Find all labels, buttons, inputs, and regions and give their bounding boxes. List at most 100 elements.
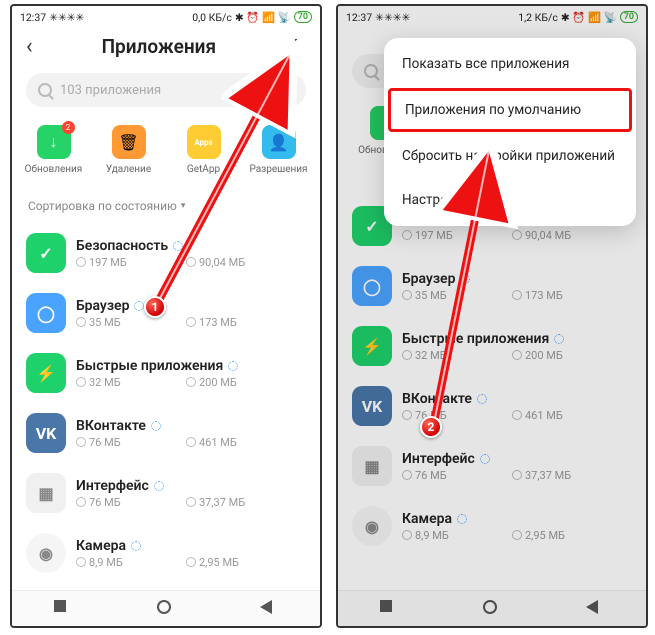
quick-label: Удаление	[106, 164, 151, 175]
app-data: 461 МБ	[525, 409, 563, 422]
recents-button[interactable]	[380, 600, 398, 618]
app-item[interactable]: ✓ Безопасность 197 МБ90,04 МБ	[18, 223, 314, 283]
app-header: ‹ Приложения ⋮	[12, 26, 320, 73]
home-button[interactable]	[483, 600, 501, 618]
storage-icon	[76, 557, 86, 567]
storage-icon	[76, 497, 86, 507]
app-item[interactable]: ▦ Интерфейс 76 МБ 37,37 МБ	[18, 463, 314, 523]
data-icon	[186, 317, 196, 327]
app-item[interactable]: ▦Интерфейс76 МБ37,37 МБ	[344, 436, 640, 496]
app-data: 461 МБ	[199, 436, 237, 449]
getapps-icon: Apps	[187, 125, 221, 159]
app-name: Интерфейс	[402, 451, 475, 467]
app-storage: 35 МБ	[89, 316, 121, 329]
app-data: 37,37 МБ	[199, 496, 245, 509]
app-name: Безопасность	[76, 238, 168, 254]
more-menu-button[interactable]: ⋮	[281, 36, 310, 57]
chevron-down-icon: ▾	[181, 201, 186, 211]
quick-label: Обновления	[25, 164, 83, 175]
overflow-menu: Показать все приложения Приложения по ум…	[384, 38, 636, 226]
app-item[interactable]: ⚡ Быстрые приложения 32 МБ 200 МБ	[18, 343, 314, 403]
loading-icon	[151, 421, 161, 431]
app-item[interactable]: ◉ Камера 8,9 МБ2,95 МБ	[18, 523, 314, 583]
app-item[interactable]: ◯Браузер35 МБ173 МБ	[344, 256, 640, 316]
app-name: Камера	[402, 511, 452, 527]
app-icon-fastapps: ⚡	[352, 326, 392, 366]
app-name: Камера	[76, 538, 126, 554]
loading-icon	[457, 514, 467, 524]
loading-icon	[554, 334, 564, 344]
app-storage: 197 МБ	[89, 256, 127, 269]
permissions-icon: 👤	[262, 125, 296, 159]
loading-icon	[154, 481, 164, 491]
app-storage: 32 МБ	[415, 349, 447, 362]
app-data: 173 МБ	[199, 316, 237, 329]
app-item[interactable]: ◯ Браузер 35 МБ173 МБ	[18, 283, 314, 343]
app-name: Браузер	[76, 298, 129, 314]
nav-bar	[338, 590, 646, 626]
page-title: Приложения	[37, 35, 281, 58]
app-name: ВКонтакте	[402, 391, 472, 407]
status-net: 1,2 КБ/с	[518, 11, 558, 24]
recents-button[interactable]	[54, 600, 72, 618]
app-icon-interface: ▦	[26, 473, 66, 513]
status-time: 12:37	[20, 11, 46, 24]
app-item[interactable]: ⚡Быстрые приложения32 МБ200 МБ	[344, 316, 640, 376]
app-storage: 8,9 МБ	[415, 529, 449, 542]
data-icon	[186, 437, 196, 447]
quick-delete[interactable]: 🗑 Удаление	[94, 125, 164, 175]
quick-actions: ↓ 2 Обновления 🗑 Удаление Apps GetApp 👤 …	[12, 119, 320, 187]
loading-icon	[480, 454, 490, 464]
menu-item-show-all[interactable]: Показать все приложения	[384, 42, 636, 86]
status-bar: 12:37 ✳✳✳✳ 0,0 КБ/с ✱ ⏰ 📶 📡 70	[12, 6, 320, 26]
loading-icon	[460, 274, 470, 284]
menu-item-default-apps[interactable]: Приложения по умолчанию	[388, 88, 632, 132]
app-data: 90,04 МБ	[525, 229, 571, 242]
app-storage: 32 МБ	[89, 376, 121, 389]
quick-label: Разрешения	[249, 164, 307, 175]
data-icon	[186, 377, 196, 387]
app-storage: 197 МБ	[415, 229, 453, 242]
app-name: ВКонтакте	[76, 418, 146, 434]
menu-item-settings[interactable]: Настройки	[384, 178, 636, 222]
app-icon-camera: ◉	[26, 533, 66, 573]
app-icon-browser: ◯	[352, 266, 392, 306]
sort-label: Сортировка по состоянию	[28, 199, 177, 213]
search-icon	[38, 83, 52, 97]
app-icon-fastapps: ⚡	[26, 353, 66, 393]
app-icon-vk: VK	[352, 386, 392, 426]
app-data: 2,95 МБ	[525, 529, 565, 542]
search-icon	[364, 64, 378, 78]
storage-icon	[76, 317, 86, 327]
app-storage: 35 МБ	[415, 289, 447, 302]
loading-icon	[131, 541, 141, 551]
nav-back-button[interactable]	[260, 600, 278, 618]
status-right-icons: ✱ ⏰ 📶 📡	[561, 11, 617, 24]
quick-permissions[interactable]: 👤 Разрешения	[244, 125, 314, 175]
app-name: Быстрые приложения	[76, 358, 223, 374]
app-data: 200 МБ	[199, 376, 237, 389]
sort-selector[interactable]: Сортировка по состоянию ▾	[12, 187, 320, 223]
download-icon: ↓ 2	[37, 125, 71, 159]
phone-screen-2: 12:37 ✳✳✳✳ 1,2 КБ/с ✱ ⏰ 📶 📡 70 ↓ Обновле…	[336, 4, 648, 628]
loading-icon	[134, 301, 144, 311]
status-bar: 12:37 ✳✳✳✳ 1,2 КБ/с ✱ ⏰ 📶 📡 70	[338, 6, 646, 26]
search-input[interactable]: 103 приложения	[26, 73, 306, 107]
quick-updates[interactable]: ↓ 2 Обновления	[19, 125, 89, 175]
loading-icon	[477, 394, 487, 404]
app-list: ✓Безопасность197 МБ90,04 МБ ◯Браузер35 М…	[338, 196, 646, 556]
app-storage: 76 МБ	[89, 496, 121, 509]
app-icon-security: ✓	[26, 233, 66, 273]
quick-getapps[interactable]: Apps GetApp	[169, 125, 239, 175]
nav-back-button[interactable]	[586, 600, 604, 618]
home-button[interactable]	[157, 600, 175, 618]
app-item[interactable]: ◉Камера8,9 МБ2,95 МБ	[344, 496, 640, 556]
back-button[interactable]: ‹	[22, 34, 37, 59]
app-item[interactable]: VKВКонтакте76 МБ461 МБ	[344, 376, 640, 436]
menu-item-reset[interactable]: Сбросить настройки приложений	[384, 134, 636, 178]
app-storage: 8,9 МБ	[89, 556, 123, 569]
data-icon	[186, 257, 196, 267]
app-item[interactable]: VK ВКонтакте 76 МБ461 МБ	[18, 403, 314, 463]
app-name: Интерфейс	[76, 478, 149, 494]
search-placeholder: 103 приложения	[60, 83, 161, 98]
